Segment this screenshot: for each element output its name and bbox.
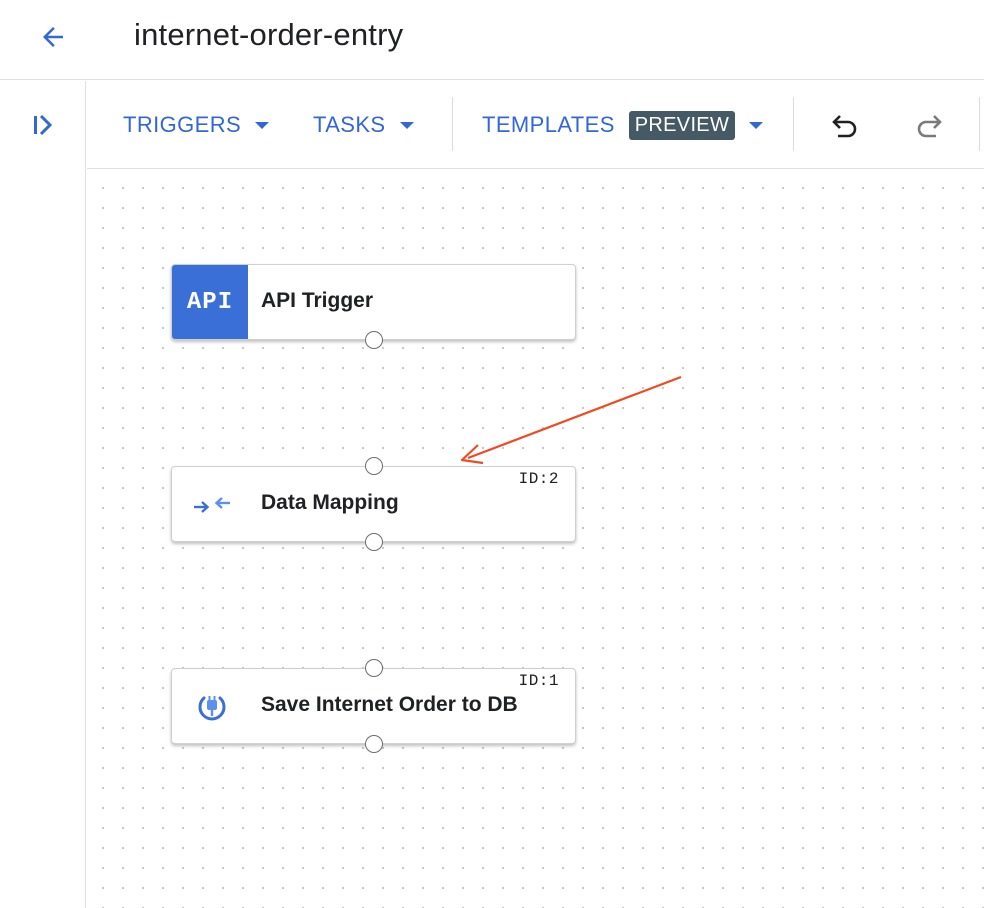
- app-header: internet-order-entry: [0, 0, 984, 80]
- data-mapping-icon: [192, 489, 232, 521]
- input-port[interactable]: [365, 457, 383, 475]
- node-label: API Trigger: [261, 289, 374, 312]
- undo-icon: [832, 115, 857, 138]
- save-order-connector-node[interactable]: ID:1 Save Internet Order to DB: [171, 659, 576, 753]
- output-port[interactable]: [365, 735, 383, 753]
- tasks-dropdown[interactable]: TASKS: [313, 108, 414, 142]
- caret-down-icon: [749, 121, 764, 129]
- output-port[interactable]: [365, 331, 383, 349]
- templates-dropdown[interactable]: TEMPLATES PREVIEW: [482, 108, 764, 142]
- triggers-dropdown[interactable]: TRIGGERS: [123, 108, 270, 142]
- input-port[interactable]: [365, 659, 383, 677]
- caret-down-icon: [399, 121, 414, 129]
- redo-icon: [917, 115, 942, 138]
- data-mapping-node[interactable]: ID:2 Data Mapping: [171, 457, 576, 551]
- templates-label: TEMPLATES: [482, 112, 615, 137]
- page-title: internet-order-entry: [134, 17, 404, 52]
- connector-plug-icon: [192, 691, 232, 723]
- expand-panel-icon: [34, 114, 53, 136]
- undo-button[interactable]: [825, 105, 865, 145]
- api-trigger-node[interactable]: API API Trigger: [171, 264, 576, 349]
- node-id: ID:2: [518, 470, 559, 488]
- node-label: Data Mapping: [261, 491, 399, 514]
- preview-badge: PREVIEW: [628, 110, 736, 140]
- back-button[interactable]: [34, 18, 72, 56]
- node-id: ID:1: [518, 672, 559, 690]
- toolbar-divider: [452, 97, 453, 151]
- triggers-label: TRIGGERS: [123, 112, 242, 137]
- arrow-left-icon: [43, 27, 63, 47]
- editor-toolbar: TRIGGERS TASKS TEMPLATES PREVIEW: [87, 81, 984, 169]
- api-badge-text: API: [186, 288, 234, 316]
- redo-button[interactable]: [909, 105, 949, 145]
- expand-panel-button[interactable]: [22, 105, 62, 145]
- left-rail: [0, 81, 86, 908]
- caret-down-icon: [255, 121, 270, 129]
- toolbar-divider: [793, 97, 794, 151]
- output-port[interactable]: [365, 533, 383, 551]
- tasks-label: TASKS: [313, 112, 386, 137]
- toolbar-divider: [979, 97, 980, 151]
- integration-canvas[interactable]: API API Trigger ID:2 Data Mapping ID:1 S…: [87, 170, 984, 908]
- node-label: Save Internet Order to DB: [261, 693, 518, 716]
- api-badge: API: [172, 265, 248, 339]
